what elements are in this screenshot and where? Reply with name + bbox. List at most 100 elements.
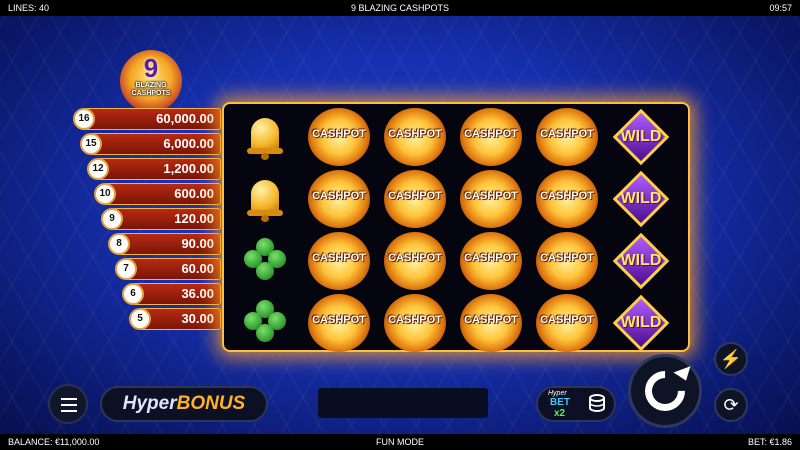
cashpot-symbol: CASHPOT [308, 108, 370, 166]
cashpot-label: CASHPOT [388, 190, 442, 202]
cashpot-symbol: CASHPOT [384, 170, 446, 228]
hamburger-icon [61, 398, 77, 400]
cashpot-symbol: CASHPOT [460, 294, 522, 352]
cashpot-symbol: CASHPOT [308, 232, 370, 290]
mode-label: FUN MODE [376, 437, 424, 447]
cashpot-label: CASHPOT [312, 128, 366, 140]
clock: 09:57 [769, 3, 792, 13]
symbol-count-badge: 7 [115, 258, 137, 280]
cashpot-label: CASHPOT [388, 128, 442, 140]
paytable-row: 15 6,000.00 [80, 133, 221, 155]
clover-leaf [244, 312, 262, 330]
prize-amount: 30.00 [181, 311, 214, 326]
cashpot-symbol: CASHPOT [536, 294, 598, 352]
bet-label: BET: €1.86 [747, 437, 792, 447]
cashpot-symbol: CASHPOT [308, 294, 370, 352]
symbol-count-badge: 9 [101, 208, 123, 230]
symbol-count-badge: 16 [73, 108, 95, 130]
symbol-count-badge: 10 [94, 183, 116, 205]
prize-amount: 600.00 [174, 186, 214, 201]
bell-part [251, 118, 279, 152]
spin-button[interactable] [628, 354, 702, 428]
cashpot-symbol: CASHPOT [536, 108, 598, 166]
cashpot-symbol: CASHPOT [384, 108, 446, 166]
menu-button[interactable] [48, 384, 88, 424]
paytable-row: 9 120.00 [101, 208, 221, 230]
hyper-bonus-word2: BONUS [176, 393, 246, 414]
autoplay-button[interactable]: ⟳ [714, 388, 748, 422]
footer-bar: BALANCE: €11,000.00 FUN MODE BET: €1.86 [0, 434, 800, 450]
paytable-row: 5 30.00 [129, 308, 221, 330]
wild-symbol: WILD [608, 170, 674, 228]
cashpot-label: CASHPOT [540, 314, 594, 326]
symbol-count-badge: 5 [129, 308, 151, 330]
prize-amount: 90.00 [181, 236, 214, 251]
paytable-row: 10 600.00 [94, 183, 221, 205]
symbol-count-badge: 15 [80, 133, 102, 155]
hyper-bet-button[interactable]: Hyper BET x2 [536, 386, 616, 422]
cashpot-symbol: CASHPOT [460, 170, 522, 228]
paytable-row: 16 60,000.00 [73, 108, 221, 130]
paytable-row: 12 1,200.00 [87, 158, 221, 180]
cashpot-label: CASHPOT [540, 128, 594, 140]
cashpot-label: CASHPOT [312, 252, 366, 264]
wild-symbol: WILD [608, 294, 674, 352]
bell-icon [234, 108, 296, 166]
hyper-bonus-button[interactable]: HyperBONUS [100, 386, 268, 422]
cashpot-symbol: CASHPOT [536, 170, 598, 228]
wild-label: WILD [620, 252, 662, 269]
wild-label: WILD [620, 314, 662, 331]
prize-amount: 6,000.00 [163, 136, 214, 151]
autoplay-icon: ⟳ [723, 395, 739, 415]
prize-amount: 120.00 [174, 211, 214, 226]
spin-arrow-head [673, 366, 695, 384]
cashpot-label: CASHPOT [388, 314, 442, 326]
symbol-count-badge: 6 [122, 283, 144, 305]
hyper-bet-line1: Hyper [548, 390, 567, 397]
wild-symbol: WILD [608, 232, 674, 290]
cashpot-symbol: CASHPOT [536, 232, 598, 290]
hamburger-icon [61, 410, 77, 412]
clover-leaf [244, 250, 262, 268]
prize-amount: 1,200.00 [163, 161, 214, 176]
bell-part [261, 153, 269, 160]
coin-stack-icon [589, 394, 605, 412]
lightning-icon: ⚡ [719, 349, 743, 369]
paytable-row: 7 60.00 [115, 258, 221, 280]
cashpot-label: CASHPOT [464, 252, 518, 264]
bell-part [261, 215, 269, 222]
paytable-row: 8 90.00 [108, 233, 221, 255]
cashpot-label: CASHPOT [464, 190, 518, 202]
cashpot-label: CASHPOT [312, 190, 366, 202]
cashpot-symbol: CASHPOT [308, 170, 370, 228]
logo-number: 9 [143, 53, 159, 83]
wild-label: WILD [620, 190, 662, 207]
cashpot-label: CASHPOT [464, 314, 518, 326]
cashpot-label: CASHPOT [540, 252, 594, 264]
cashpot-label: CASHPOT [388, 252, 442, 264]
hyper-bet-multiplier: x2 [554, 408, 566, 419]
logo-text-2: CASHPOTS [131, 90, 171, 97]
bell-part [251, 180, 279, 214]
wild-label: WILD [620, 128, 662, 145]
logo-text-1: BLAZING [135, 82, 167, 89]
hamburger-icon [61, 404, 77, 406]
turbo-button[interactable]: ⚡ [714, 342, 748, 376]
prize-amount: 36.00 [181, 286, 214, 301]
game-stage: 9 BLAZING CASHPOTS 16 60,000.00 15 6,000.00… [0, 16, 800, 434]
clover-icon [234, 232, 296, 290]
hyper-bet-line2: BET [550, 397, 570, 408]
cashpot-symbol: CASHPOT [384, 232, 446, 290]
prize-amount: 60,000.00 [156, 111, 214, 126]
game-logo: 9 BLAZING CASHPOTS [120, 50, 182, 112]
paytable-row: 6 36.00 [122, 283, 221, 305]
cashpot-symbol: CASHPOT [384, 294, 446, 352]
symbol-count-badge: 12 [87, 158, 109, 180]
status-bar: LINES: 40 9 BLAZING CASHPOTS 09:57 [0, 0, 800, 16]
cashpot-symbol: CASHPOT [460, 232, 522, 290]
clover-icon [234, 294, 296, 352]
hyper-bonus-word1: Hyper [122, 393, 177, 414]
cashpot-label: CASHPOT [540, 190, 594, 202]
cashpot-symbol: CASHPOT [460, 108, 522, 166]
wild-symbol: WILD [608, 108, 674, 166]
